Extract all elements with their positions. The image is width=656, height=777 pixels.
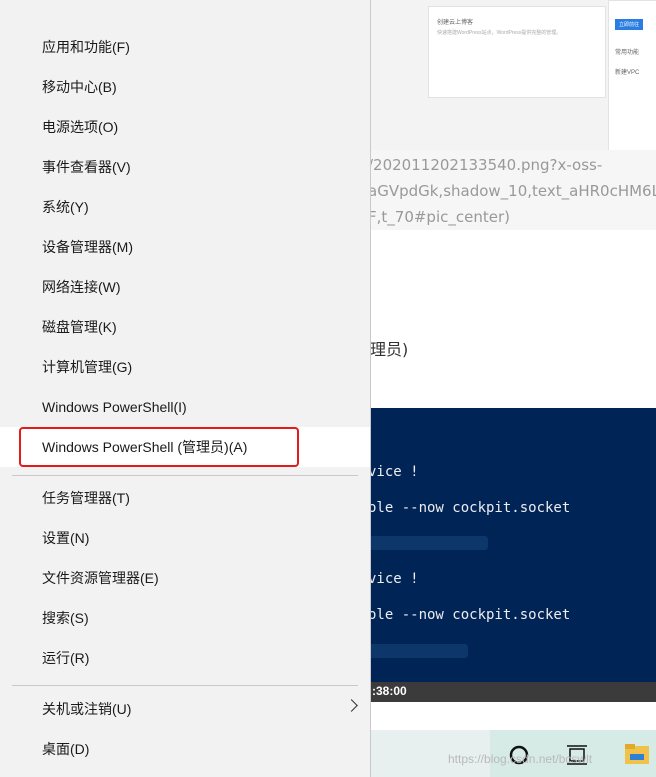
watermark: https://blog.csdn.net/bcswlt: [448, 752, 593, 766]
menu-item-label: 搜索(S): [42, 610, 89, 626]
menu-separator: [12, 475, 358, 476]
menu-item-label: 系统(Y): [42, 199, 89, 215]
redacted-text: [368, 536, 488, 550]
menu-item-device-manager[interactable]: 设备管理器(M): [0, 227, 370, 267]
menu-item-label: 电源选项(O): [42, 119, 119, 135]
thumb-side-item: 新建VPC: [615, 70, 640, 76]
menu-item-apps-features[interactable]: 应用和功能(F): [0, 27, 370, 67]
menu-item-label: Windows PowerShell(I): [42, 399, 187, 415]
menu-item-label: 磁盘管理(K): [42, 319, 117, 335]
menu-item-label: 事件查看器(V): [42, 159, 131, 175]
thumb-go-button: 立即前往: [615, 19, 644, 30]
menu-item-computer-management[interactable]: 计算机管理(G): [0, 347, 370, 387]
terminal-status-time: :38:00: [372, 684, 407, 698]
terminal-line: vice !: [368, 571, 419, 587]
thumb-card-blog: 创建云上博客 快速搭建WordPress站点，WordPress提供完整的管理。: [428, 6, 606, 98]
terminal-line: vice !: [368, 464, 419, 480]
menu-item-label: 移动中心(B): [42, 79, 117, 95]
menu-item-powershell[interactable]: Windows PowerShell(I): [0, 387, 370, 427]
redacted-text: [368, 644, 468, 658]
menu-item-search[interactable]: 搜索(S): [0, 598, 370, 638]
menu-item-label: 网络连接(W): [42, 279, 121, 295]
menu-item-file-explorer[interactable]: 文件资源管理器(E): [0, 558, 370, 598]
menu-item-label: 任务管理器(T): [42, 490, 130, 506]
powershell-terminal: vice ! ole --now cockpit.socket vice ! o…: [368, 408, 656, 682]
menu-separator: [12, 685, 358, 686]
menu-item-mobility-center[interactable]: 移动中心(B): [0, 67, 370, 107]
article-text-fragment: 理员): [370, 340, 409, 359]
menu-item-shutdown-signout[interactable]: 关机或注销(U): [0, 689, 370, 729]
url-line-1: /202011202133540.png?x-oss-: [368, 156, 603, 174]
winx-context-menu: 应用和功能(F) 移动中心(B) 电源选项(O) 事件查看器(V) 系统(Y) …: [0, 0, 371, 777]
menu-item-label: 运行(R): [42, 650, 90, 666]
menu-item-label: 应用和功能(F): [42, 39, 130, 55]
thumb-side-panel: 立即前往 常用功能 新建VPC: [608, 0, 656, 150]
menu-item-power-options[interactable]: 电源选项(O): [0, 107, 370, 147]
menu-item-settings[interactable]: 设置(N): [0, 518, 370, 558]
terminal-status-bar: :38:00: [368, 682, 656, 702]
terminal-line: ole --now cockpit.socket: [368, 500, 571, 516]
thumb-card1-title: 创建云上博客: [437, 20, 474, 26]
menu-item-network-connections[interactable]: 网络连接(W): [0, 267, 370, 307]
menu-item-label: 关机或注销(U): [42, 701, 132, 717]
thumb-side-title: 常用功能: [615, 50, 640, 56]
menu-item-label: 设备管理器(M): [42, 239, 133, 255]
menu-item-run[interactable]: 运行(R): [0, 638, 370, 678]
url-line-2: aGVpdGk,shadow_10,text_aHR0cHM6Ly: [368, 182, 656, 200]
chevron-right-icon: [345, 699, 358, 712]
menu-item-event-viewer[interactable]: 事件查看器(V): [0, 147, 370, 187]
menu-item-label: 桌面(D): [42, 741, 90, 757]
menu-item-label: 计算机管理(G): [42, 359, 133, 375]
thumb-card1-desc: 快速搭建WordPress站点，WordPress提供完整的管理。: [437, 30, 562, 36]
menu-item-desktop[interactable]: 桌面(D): [0, 729, 370, 769]
menu-item-disk-management[interactable]: 磁盘管理(K): [0, 307, 370, 347]
terminal-line: ole --now cockpit.socket: [368, 607, 571, 623]
menu-item-task-manager[interactable]: 任务管理器(T): [0, 478, 370, 518]
menu-item-system[interactable]: 系统(Y): [0, 187, 370, 227]
menu-item-label: 设置(N): [42, 530, 90, 546]
highlight-annotation-box: [19, 427, 299, 467]
menu-item-label: 文件资源管理器(E): [42, 570, 159, 586]
file-explorer-icon[interactable]: [624, 742, 650, 766]
url-line-3: F,t_70#pic_center): [368, 208, 510, 226]
